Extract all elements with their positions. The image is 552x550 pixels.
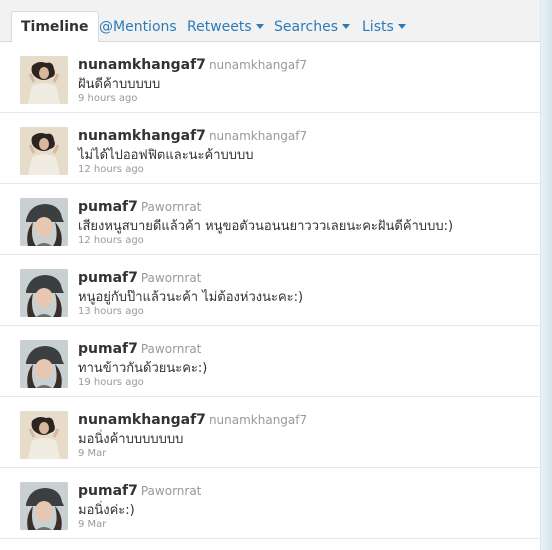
- tweet-text: ฝันดีค้าบบบบบ: [78, 77, 161, 92]
- tweet-text: ไม่ได้ไปออฟฟิตและนะค้าบบบบ: [78, 148, 254, 163]
- tweet-timestamp[interactable]: 9 Mar: [78, 448, 106, 459]
- tweet-screen-name[interactable]: nunamkhangaf7: [78, 128, 206, 144]
- avatar-nunamkhangaf7[interactable]: [20, 56, 68, 104]
- tweet-item[interactable]: pumaf7 Pawornrat เสียงหนูสบายดีแล้วค้า หน…: [0, 184, 540, 255]
- tweet-full-name: nunamkhangaf7: [208, 58, 308, 72]
- timeline-tab-bar: Timeline @Mentions Retweets Searches Lis…: [0, 0, 540, 42]
- tweet-timestamp[interactable]: 9 hours ago: [78, 93, 137, 104]
- tweet-item[interactable]: pumaf7 Pawornrat หนูอยู่กับป๊าแล้วนะค้า ไ…: [0, 255, 540, 326]
- tab-mentions[interactable]: @Mentions: [99, 11, 177, 41]
- tab-lists[interactable]: Lists: [362, 11, 406, 41]
- avatar-pumaf7[interactable]: [20, 269, 68, 317]
- tweet-item[interactable]: nunamkhangaf7 nunamkhangaf7 มอนิ่งค้าบบบบ…: [0, 397, 540, 468]
- chevron-down-icon: [397, 24, 406, 29]
- tweet-item[interactable]: nunamkhangaf7 nunamkhangaf7 ฝันดีค้าบบบบบ…: [0, 42, 540, 113]
- tab-lists-label: Lists: [362, 19, 394, 35]
- tweet-full-name: Pawornrat: [140, 484, 202, 498]
- tweet-full-name: Pawornrat: [140, 342, 202, 356]
- avatar-pumaf7[interactable]: [20, 198, 68, 246]
- tweet-full-name: nunamkhangaf7: [208, 413, 308, 427]
- tweet-screen-name[interactable]: pumaf7: [78, 270, 138, 286]
- tweet-item[interactable]: pumaf7 Pawornrat มอนิ่งค่ะ:) 9 Mar: [0, 468, 540, 539]
- tweet-text: เสียงหนูสบายดีแล้วค้า หนูขอตัวนอนนยาวววเ…: [78, 219, 454, 234]
- tweet-full-name: nunamkhangaf7: [208, 129, 308, 143]
- tweet-text: มอนิ่งค้าบบบบบบบ: [78, 432, 184, 447]
- tweet-full-name: Pawornrat: [140, 271, 202, 285]
- avatar-nunamkhangaf7[interactable]: [20, 127, 68, 175]
- tab-mentions-label: @Mentions: [99, 19, 177, 35]
- tab-timeline[interactable]: Timeline: [11, 11, 99, 42]
- tab-retweets[interactable]: Retweets: [187, 11, 264, 41]
- tab-searches[interactable]: Searches: [274, 11, 351, 41]
- tweet-screen-name[interactable]: nunamkhangaf7: [78, 412, 206, 428]
- tweet-screen-name[interactable]: pumaf7: [78, 199, 138, 215]
- tweet-item[interactable]: nunamkhangaf7 nunamkhangaf7 ไม่ได้ไปออฟฟิ…: [0, 113, 540, 184]
- tweet-timestamp[interactable]: 19 hours ago: [78, 377, 144, 388]
- tweet-text: ทานข้าวกันด้วยนะคะ:): [78, 361, 208, 376]
- chevron-down-icon: [342, 24, 351, 29]
- tab-searches-label: Searches: [274, 19, 339, 35]
- scrollbar[interactable]: [540, 0, 552, 550]
- tweet-text: มอนิ่งค่ะ:): [78, 503, 135, 518]
- tweet-feed: nunamkhangaf7 nunamkhangaf7 ฝันดีค้าบบบบบ…: [0, 42, 540, 539]
- tweet-item[interactable]: pumaf7 Pawornrat ทานข้าวกันด้วยนะคะ:) 19 …: [0, 326, 540, 397]
- chevron-down-icon: [255, 24, 264, 29]
- avatar-pumaf7[interactable]: [20, 482, 68, 530]
- tweet-text: หนูอยู่กับป๊าแล้วนะค้า ไม่ต้องห่วงนะคะ:): [78, 290, 304, 305]
- avatar-pumaf7[interactable]: [20, 340, 68, 388]
- tweet-timestamp[interactable]: 9 Mar: [78, 519, 106, 530]
- tweet-timestamp[interactable]: 13 hours ago: [78, 306, 144, 317]
- tweet-screen-name[interactable]: pumaf7: [78, 341, 138, 357]
- tweet-timestamp[interactable]: 12 hours ago: [78, 235, 144, 246]
- avatar-nunamkhangaf7[interactable]: [20, 411, 68, 459]
- tweet-full-name: Pawornrat: [140, 200, 202, 214]
- tweet-screen-name[interactable]: nunamkhangaf7: [78, 57, 206, 73]
- tab-retweets-label: Retweets: [187, 19, 252, 35]
- tweet-screen-name[interactable]: pumaf7: [78, 483, 138, 499]
- tweet-timestamp[interactable]: 12 hours ago: [78, 164, 144, 175]
- tab-timeline-label: Timeline: [21, 19, 89, 35]
